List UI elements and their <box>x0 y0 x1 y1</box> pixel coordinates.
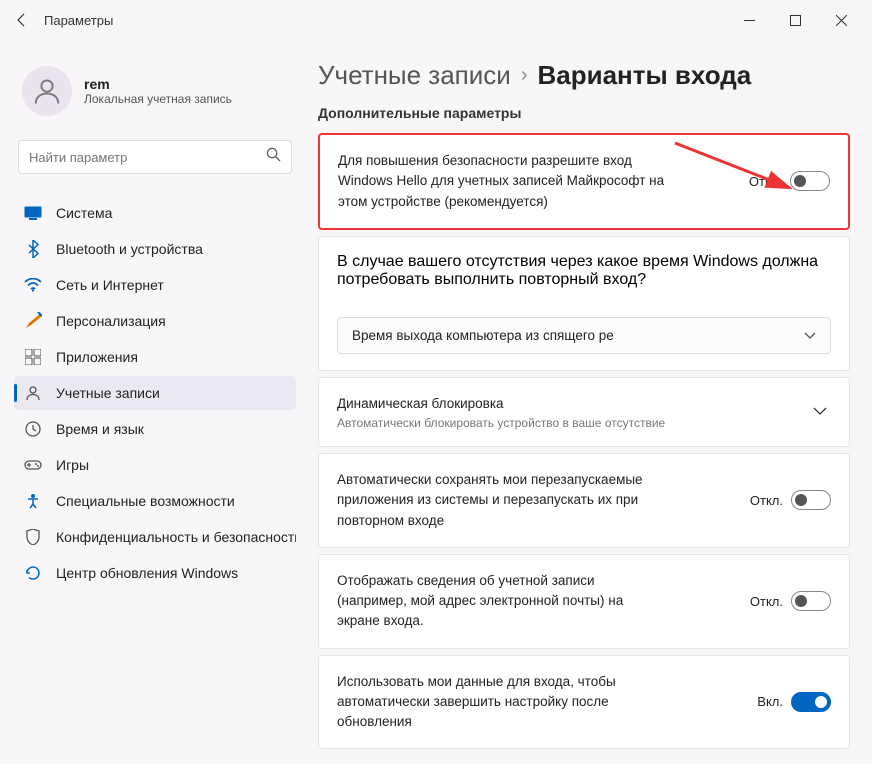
breadcrumb: Учетные записи › Варианты входа <box>318 60 850 91</box>
card-text: Использовать мои данные для входа, чтобы… <box>337 672 667 733</box>
chevron-right-icon: › <box>521 64 528 87</box>
card-dynamic-lock[interactable]: Динамическая блокировка Автоматически бл… <box>318 377 850 447</box>
card-subtitle: Автоматически блокировать устройство в в… <box>337 416 793 430</box>
chevron-down-icon[interactable] <box>809 399 831 425</box>
nav-label: Сеть и Интернет <box>56 277 164 293</box>
card-reauth: В случае вашего отсутствия через какое в… <box>318 236 850 371</box>
update-icon <box>24 564 42 582</box>
nav-privacy[interactable]: Конфиденциальность и безопасность <box>14 520 296 554</box>
card-text: Автоматически сохранять мои перезапускае… <box>337 470 667 531</box>
maximize-button[interactable] <box>772 4 818 36</box>
toggle-status: Вкл. <box>757 694 783 709</box>
nav-network[interactable]: Сеть и Интернет <box>14 268 296 302</box>
bluetooth-icon <box>24 240 42 258</box>
nav-update[interactable]: Центр обновления Windows <box>14 556 296 590</box>
nav-label: Специальные возможности <box>56 493 235 509</box>
nav-label: Игры <box>56 457 89 473</box>
brush-icon <box>24 312 42 330</box>
nav-label: Персонализация <box>56 313 166 329</box>
toggle-status: Откл. <box>750 594 783 609</box>
nav-label: Учетные записи <box>56 385 160 401</box>
dropdown-reauth[interactable]: Время выхода компьютера из спящего ре <box>337 317 831 354</box>
search-icon <box>266 147 281 167</box>
card-restart-apps: Автоматически сохранять мои перезапускае… <box>318 453 850 548</box>
nav-bluetooth[interactable]: Bluetooth и устройства <box>14 232 296 266</box>
nav-label: Система <box>56 205 112 221</box>
breadcrumb-parent[interactable]: Учетные записи <box>318 60 511 91</box>
nav-label: Bluetooth и устройства <box>56 241 203 257</box>
grid-icon <box>24 348 42 366</box>
nav-label: Время и язык <box>56 421 144 437</box>
toggle-restart-apps[interactable] <box>791 490 831 510</box>
chevron-down-icon <box>804 328 816 343</box>
gamepad-icon <box>24 456 42 474</box>
search-input[interactable] <box>29 150 266 165</box>
card-text: В случае вашего отсутствия через какое в… <box>337 253 831 289</box>
toggle-show-account[interactable] <box>791 591 831 611</box>
close-button[interactable] <box>818 4 864 36</box>
toggle-windows-hello[interactable] <box>790 171 830 191</box>
toggle-status: Откл. <box>750 493 783 508</box>
user-subtitle: Локальная учетная запись <box>84 92 232 106</box>
sidebar: rem Локальная учетная запись Система Blu… <box>0 40 310 764</box>
user-block[interactable]: rem Локальная учетная запись <box>14 50 296 140</box>
toggle-use-data[interactable] <box>791 692 831 712</box>
nav-apps[interactable]: Приложения <box>14 340 296 374</box>
window-title: Параметры <box>44 13 113 28</box>
nav-label: Конфиденциальность и безопасность <box>56 529 296 545</box>
card-text: Отображать сведения об учетной записи (н… <box>337 571 667 632</box>
nav-time[interactable]: Время и язык <box>14 412 296 446</box>
main: Учетные записи › Варианты входа Дополнит… <box>310 40 872 764</box>
monitor-icon <box>24 204 42 222</box>
nav-system[interactable]: Система <box>14 196 296 230</box>
card-show-account: Отображать сведения об учетной записи (н… <box>318 554 850 649</box>
card-title: Динамическая блокировка <box>337 394 793 414</box>
shield-icon <box>24 528 42 546</box>
nav-accessibility[interactable]: Специальные возможности <box>14 484 296 518</box>
clock-icon <box>24 420 42 438</box>
nav-accounts[interactable]: Учетные записи <box>14 376 296 410</box>
card-windows-hello: Для повышения безопасности разрешите вхо… <box>318 133 850 230</box>
titlebar: Параметры <box>0 0 872 40</box>
dropdown-value: Время выхода компьютера из спящего ре <box>352 328 614 343</box>
accessibility-icon <box>24 492 42 510</box>
breadcrumb-current: Варианты входа <box>537 60 751 91</box>
wifi-icon <box>24 276 42 294</box>
user-name: rem <box>84 76 232 92</box>
back-button[interactable] <box>8 6 36 34</box>
card-use-data: Использовать мои данные для входа, чтобы… <box>318 655 850 750</box>
toggle-status: Откл. <box>749 174 782 189</box>
minimize-button[interactable] <box>726 4 772 36</box>
nav-games[interactable]: Игры <box>14 448 296 482</box>
avatar <box>22 66 72 116</box>
nav: Система Bluetooth и устройства Сеть и Ин… <box>14 196 296 590</box>
person-icon <box>24 384 42 402</box>
section-title: Дополнительные параметры <box>318 105 850 121</box>
nav-label: Приложения <box>56 349 138 365</box>
search-box[interactable] <box>18 140 292 174</box>
card-text: Для повышения безопасности разрешите вхо… <box>338 151 668 212</box>
nav-personalization[interactable]: Персонализация <box>14 304 296 338</box>
nav-label: Центр обновления Windows <box>56 565 238 581</box>
